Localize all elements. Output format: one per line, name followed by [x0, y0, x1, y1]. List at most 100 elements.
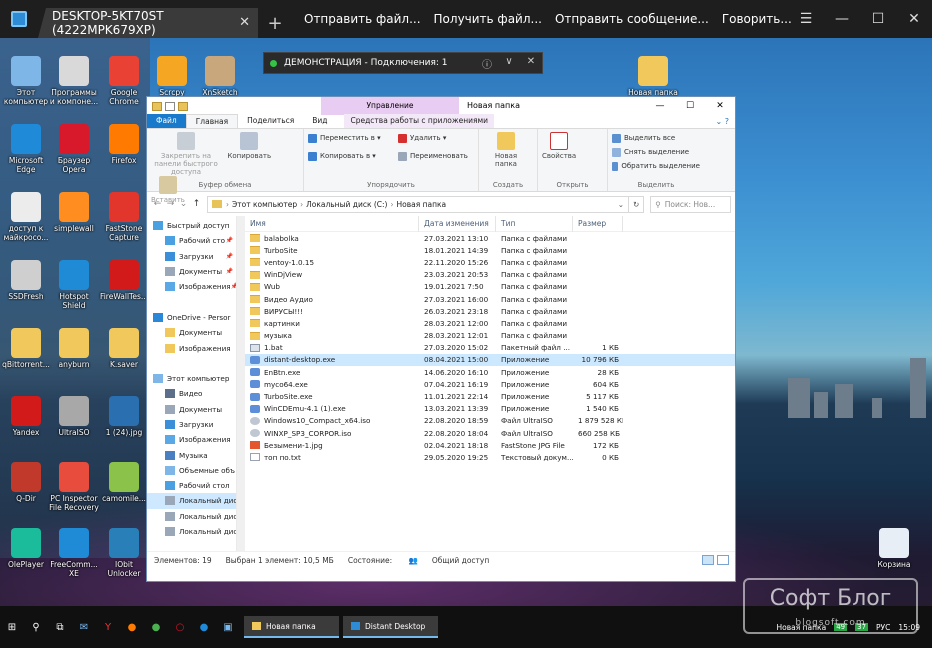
explorer-minimize-button[interactable]: —	[645, 97, 675, 115]
desktop-icon[interactable]: K.saver	[98, 328, 150, 369]
select-all-button[interactable]: Выделить все	[612, 132, 700, 144]
store-icon[interactable]: ▣	[216, 616, 240, 638]
delete-button[interactable]: Удалить ▾	[398, 132, 468, 144]
task-view-icon[interactable]: ⧉	[48, 616, 72, 638]
desktop-icon[interactable]: Microsoft Edge	[0, 124, 52, 174]
close-tab-icon[interactable]: ✕	[239, 15, 250, 30]
taskbar-item-distant-desktop[interactable]: Distant Desktop	[343, 616, 438, 638]
file-row[interactable]: myco64.exe 07.04.2021 16:19 Приложение 604 …	[245, 378, 735, 390]
desktop-icon[interactable]: qBittorrent...	[0, 328, 52, 369]
desktop-icon[interactable]: camomile...	[98, 462, 150, 503]
folder-icon[interactable]	[152, 101, 162, 111]
tab-view[interactable]: Вид	[303, 114, 336, 128]
nav-item[interactable]: Быстрый доступ	[147, 218, 236, 233]
up-icon[interactable]: ↑	[190, 199, 203, 209]
desktop-icon[interactable]: Hotspot Shield	[48, 260, 100, 310]
pin-icon[interactable]: 📌	[226, 268, 236, 275]
menu-icon[interactable]: ☰	[788, 11, 824, 27]
nav-item[interactable]: Этот компьютер	[147, 371, 236, 386]
explorer-close-button[interactable]: ✕	[705, 97, 735, 115]
desktop-icon[interactable]: 1 (24).jpg	[98, 396, 150, 437]
details-view-icon[interactable]	[702, 555, 714, 565]
send-message-button[interactable]: Отправить сообщение...	[555, 12, 709, 26]
desktop-icon[interactable]: Q-Dir	[0, 462, 52, 503]
file-row[interactable]: WinCDEmu-4.1 (1).exe 13.03.2021 13:39 Прил…	[245, 403, 735, 415]
invert-selection-button[interactable]: Обратить выделение	[612, 160, 700, 172]
large-icons-view-icon[interactable]	[717, 555, 729, 565]
nav-item[interactable]: Загрузки 📌	[147, 249, 236, 264]
column-name[interactable]: Имя	[245, 215, 419, 232]
address-dropdown-icon[interactable]: ⌄	[614, 200, 628, 209]
file-row[interactable]: ventoy-1.0.15 22.11.2020 15:26 Папка с фай…	[245, 256, 735, 268]
tab-home[interactable]: Главная	[185, 114, 239, 128]
desktop-icon[interactable]: Этот компьютер	[0, 56, 52, 106]
opera-icon[interactable]: ○	[168, 616, 192, 638]
collapse-icon[interactable]: ∨	[498, 56, 520, 71]
nav-item[interactable]: Документы	[147, 325, 236, 340]
properties-button[interactable]: Свойства	[542, 132, 576, 160]
file-row[interactable]: TurboSite.exe 11.01.2021 22:14 Приложение 5…	[245, 390, 735, 402]
banner-close-icon[interactable]: ✕	[520, 56, 542, 71]
nav-item[interactable]: Изображения	[147, 340, 236, 355]
nav-item[interactable]: Документы	[147, 402, 236, 417]
desktop-icon[interactable]: UltraISO	[48, 396, 100, 437]
file-row[interactable]: balabolka 27.03.2021 13:10 Папка с файлами	[245, 232, 735, 244]
desktop-icon[interactable]: доступ к майкросо...	[0, 192, 52, 242]
desktop-icon[interactable]: OlePlayer	[0, 528, 52, 569]
explorer-maximize-button[interactable]: ☐	[675, 97, 705, 115]
nav-item[interactable]: Локальный дис	[147, 493, 236, 509]
maximize-button[interactable]: ☐	[860, 11, 896, 27]
tab-app-tools[interactable]: Средства работы с приложениями	[344, 114, 495, 128]
desktop-icon[interactable]: IObit Unlocker	[98, 528, 150, 578]
nav-item[interactable]: Музыка	[147, 447, 236, 462]
file-row[interactable]: WINXP_SP3_CORPOR.iso 22.08.2020 18:04 Файл…	[245, 427, 735, 439]
yandex-icon[interactable]: Y	[96, 616, 120, 638]
file-row[interactable]: Безымени-1.jpg 02.04.2021 18:18 FastStone …	[245, 439, 735, 451]
talk-button[interactable]: Говорить...	[722, 12, 792, 26]
edge-icon[interactable]: ●	[192, 616, 216, 638]
new-folder-icon[interactable]	[178, 101, 188, 111]
receive-file-button[interactable]: Получить файл...	[434, 12, 542, 26]
column-date[interactable]: Дата изменения	[419, 215, 496, 232]
nav-item[interactable]: Загрузки	[147, 417, 236, 432]
file-row[interactable]: distant-desktop.exe 08.04.2021 15:00 Прило…	[245, 353, 735, 367]
send-file-button[interactable]: Отправить файл...	[304, 12, 421, 26]
address-bar[interactable]: › Этот компьютер › Локальный диск (C:) ›…	[207, 195, 629, 213]
desktop-icon[interactable]: Программы и компоне...	[48, 56, 100, 106]
file-row[interactable]: TurboSite 18.01.2021 14:39 Папка с файлами	[245, 244, 735, 256]
navigation-pane[interactable]: Быстрый доступ Рабочий сто 📌 Загрузки 📌 Докум…	[147, 216, 237, 551]
tab-share[interactable]: Поделиться	[238, 114, 303, 128]
breadcrumb-new-folder[interactable]: Новая папка	[396, 200, 446, 209]
column-type[interactable]: Тип	[496, 215, 573, 232]
nav-item[interactable]: OneDrive - Persor	[147, 310, 236, 325]
desktop-icon[interactable]: Yandex	[0, 396, 52, 437]
refresh-icon[interactable]: ↻	[629, 195, 645, 213]
nav-item[interactable]: Рабочий сто 📌	[147, 233, 236, 248]
info-icon[interactable]: ⓘ	[476, 56, 498, 71]
nav-scrollbar[interactable]	[237, 216, 245, 551]
new-tab-button[interactable]: +	[258, 8, 292, 38]
nav-item[interactable]: Документы 📌	[147, 264, 236, 279]
desktop-icon[interactable]: Firefox	[98, 124, 150, 165]
file-row[interactable]: Видео Аудио 27.03.2021 16:00 Папка с файла…	[245, 293, 735, 305]
properties-icon[interactable]	[165, 101, 175, 111]
desktop-icon[interactable]: PC Inspector File Recovery	[48, 462, 100, 512]
copy-button[interactable]: Копировать	[227, 132, 271, 160]
search-icon[interactable]: ⚲	[24, 616, 48, 638]
close-button[interactable]: ✕	[896, 11, 932, 27]
new-folder-button[interactable]: Новая папка	[483, 132, 529, 168]
file-row[interactable]: картинки 28.03.2021 12:00 Папка с файлами	[245, 317, 735, 329]
pin-icon[interactable]: 📌	[226, 237, 236, 244]
column-size[interactable]: Размер	[573, 215, 623, 232]
select-none-button[interactable]: Снять выделение	[612, 146, 700, 158]
copy-to-button[interactable]: Копировать в ▾	[308, 150, 398, 162]
nav-item[interactable]: Локальный дис	[147, 509, 236, 524]
file-row[interactable]: топ по.txt 29.05.2020 19:25 Текстовый доку…	[245, 451, 735, 463]
file-row[interactable]: ВИРУСЫ!!! 26.03.2021 23:18 Папка с файлами	[245, 305, 735, 317]
firefox-icon[interactable]: ●	[120, 616, 144, 638]
breadcrumb-this-pc[interactable]: Этот компьютер	[232, 200, 297, 209]
file-row[interactable]: EnBtn.exe 14.06.2020 16:10 Приложение 28 КБ	[245, 366, 735, 378]
file-row[interactable]: 1.bat 27.03.2020 15:02 Пакетный файл ... 1 …	[245, 342, 735, 354]
breadcrumb-local-disk[interactable]: Локальный диск (C:)	[306, 200, 387, 209]
pin-button[interactable]: Закрепить на панели быстрого доступа	[151, 132, 221, 176]
